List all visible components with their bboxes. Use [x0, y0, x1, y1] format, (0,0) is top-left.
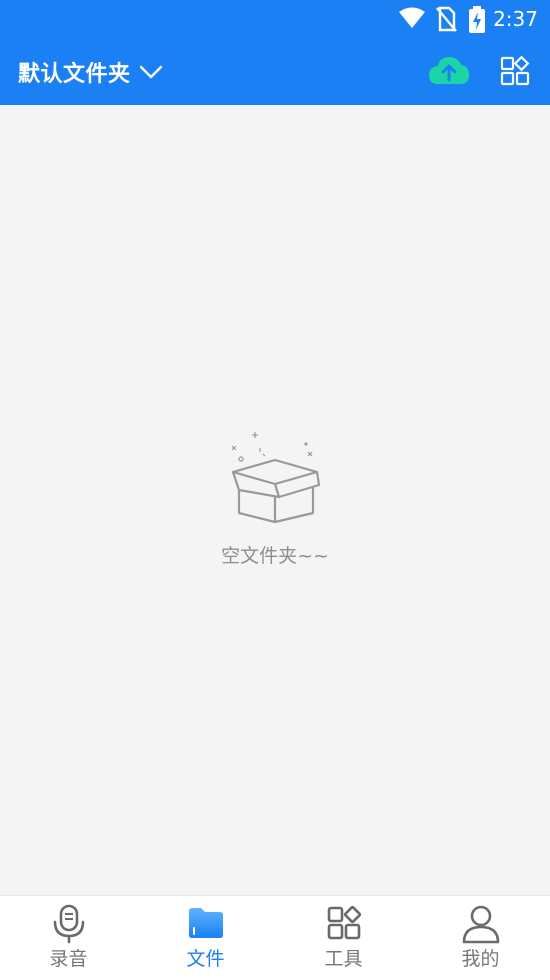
no-sim-icon — [435, 6, 457, 36]
nav-label-record: 录音 — [49, 948, 88, 970]
battery-charging-icon — [468, 6, 486, 38]
tools-grid-icon — [326, 905, 362, 945]
nav-item-files[interactable]: 文件 — [137, 896, 274, 980]
file-list-area: 空文件夹~~ — [0, 105, 550, 895]
folder-icon — [188, 907, 224, 943]
nav-label-files: 文件 — [186, 948, 225, 970]
nav-item-tools[interactable]: 工具 — [275, 896, 412, 980]
app-bar: 默认文件夹 — [0, 42, 550, 102]
nav-label-profile: 我的 — [461, 948, 500, 970]
folder-selector[interactable]: 默认文件夹 — [18, 54, 163, 90]
person-icon — [462, 904, 500, 948]
cloud-upload-button[interactable] — [428, 54, 470, 90]
empty-box-icon — [222, 430, 328, 528]
apps-grid-icon — [500, 55, 530, 90]
wifi-icon — [398, 6, 426, 34]
nav-item-record[interactable]: 录音 — [0, 896, 137, 980]
cloud-upload-icon — [428, 57, 470, 90]
nav-item-profile[interactable]: 我的 — [412, 896, 549, 980]
nav-label-tools: 工具 — [324, 948, 363, 970]
status-time: 2:37 — [493, 7, 538, 31]
microphone-icon — [52, 904, 86, 948]
bottom-navigation: 录音 文件 工具 我的 — [0, 895, 550, 980]
view-mode-button[interactable] — [500, 55, 532, 90]
folder-title: 默认文件夹 — [18, 62, 131, 87]
empty-message: 空文件夹~~ — [221, 545, 329, 567]
top-bar: 2:37 默认文件夹 — [0, 0, 550, 105]
status-bar: 2:37 — [0, 0, 550, 38]
chevron-down-icon — [139, 64, 163, 83]
